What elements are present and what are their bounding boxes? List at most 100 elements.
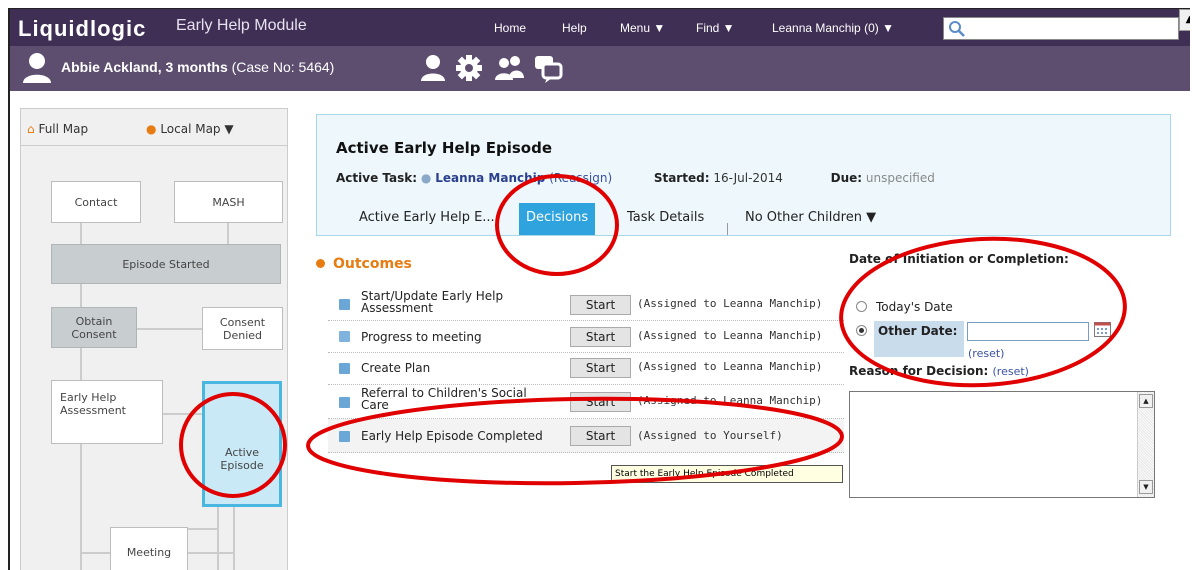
- map-node-mash[interactable]: MASH: [174, 181, 283, 223]
- other-date-radio[interactable]: [856, 325, 867, 336]
- started-label: Started:: [653, 171, 710, 185]
- full-map-label: Full Map: [38, 122, 89, 136]
- tab-decisions[interactable]: Decisions: [519, 203, 596, 235]
- user-icon: ●: [420, 171, 432, 185]
- map-node-consent-denied[interactable]: Consent Denied: [202, 307, 283, 350]
- checkbox-icon: [339, 363, 350, 374]
- outcome-assignee: (Assigned to Yourself): [637, 429, 783, 442]
- bullet-icon: [316, 259, 325, 268]
- reset-reason-link[interactable]: (reset): [993, 365, 1029, 378]
- reason-scrollbar[interactable]: ▲ ▼: [1137, 392, 1154, 497]
- map-node-meeting[interactable]: Meeting: [110, 527, 188, 570]
- outcome-assignee: (Assigned to Leanna Manchip): [637, 297, 823, 310]
- nav-user-menu[interactable]: Leanna Manchip (0) ▼: [772, 21, 894, 35]
- gear-icon[interactable]: [455, 54, 483, 82]
- outcome-label: Create Plan: [361, 361, 431, 375]
- start-button[interactable]: Start: [570, 392, 631, 412]
- started-date: 16-Jul-2014: [713, 171, 783, 185]
- scroll-up-button[interactable]: ▲: [1179, 9, 1190, 31]
- page-title: Active Early Help Episode: [336, 139, 552, 157]
- map-node-contact[interactable]: Contact: [51, 181, 141, 223]
- map-node-obtain-consent[interactable]: Obtain Consent: [51, 307, 137, 348]
- outcomes-heading-label: Outcomes: [333, 256, 412, 272]
- person-icon: [23, 53, 51, 83]
- checkbox-icon: [339, 299, 350, 310]
- map-connector: [80, 348, 82, 380]
- map-connector: [188, 528, 218, 530]
- map-node-active-episode[interactable]: Active Episode: [202, 381, 282, 507]
- checkbox-icon: [339, 397, 350, 408]
- map-connector: [163, 413, 204, 415]
- local-map-icon: ●: [146, 122, 157, 136]
- map-connector: [217, 507, 219, 570]
- task-assignee-link[interactable]: Leanna Manchip: [435, 171, 545, 185]
- nav-menu[interactable]: Menu ▼: [620, 21, 665, 35]
- tab-other-children[interactable]: No Other Children ▼: [738, 203, 883, 235]
- todays-date-radio[interactable]: [856, 301, 867, 312]
- reason-heading-label: Reason for Decision:: [849, 364, 989, 378]
- scroll-up-arrow-icon[interactable]: ▲: [1139, 394, 1153, 408]
- process-map-panel: ⌂ Full Map ● Local Map ▼ Contact MASH Ep…: [20, 108, 288, 570]
- active-task-label: Active Task:: [336, 171, 418, 185]
- full-map-link[interactable]: ⌂ Full Map: [27, 122, 88, 136]
- reassign-link[interactable]: (Reassign): [549, 171, 612, 185]
- outcome-assignee: (Assigned to Leanna Manchip): [637, 329, 823, 342]
- outcome-label: Early Help Episode Completed: [361, 429, 543, 443]
- tab-task-details[interactable]: Task Details: [620, 203, 711, 235]
- search-input[interactable]: [943, 17, 1179, 40]
- outcome-row: Start/Update Early Help Assessment Start…: [328, 289, 844, 321]
- case-name: Abbie Ackland, 3 months: [61, 59, 228, 75]
- outcome-label: Referral to Children's Social Care: [361, 386, 527, 412]
- start-tooltip: Start the Early Help Episode Completed: [611, 465, 843, 483]
- case-number: (Case No: 5464): [231, 59, 335, 75]
- case-bar: Abbie Ackland, 3 months (Case No: 5464): [10, 46, 1190, 91]
- local-map-label: Local Map ▼: [160, 122, 234, 136]
- chat-icon[interactable]: [533, 54, 563, 84]
- search-icon: [949, 21, 965, 37]
- outcomes-heading: Outcomes: [316, 256, 412, 272]
- calendar-icon[interactable]: [1094, 322, 1111, 337]
- map-node-episode-started[interactable]: Episode Started: [51, 244, 281, 284]
- app-name: Early Help Module: [176, 17, 307, 34]
- outcome-assignee: (Assigned to Leanna Manchip): [637, 394, 823, 407]
- start-button[interactable]: Start: [570, 426, 631, 446]
- nav-find[interactable]: Find ▼: [696, 21, 735, 35]
- nav-home[interactable]: Home: [494, 21, 526, 35]
- case-title: Abbie Ackland, 3 months (Case No: 5464): [61, 59, 334, 75]
- scroll-down-arrow-icon[interactable]: ▼: [1139, 480, 1153, 494]
- map-connector: [80, 223, 82, 244]
- map-connector: [188, 552, 233, 554]
- app-logo: Liquidlogic: [18, 16, 147, 41]
- reason-textarea[interactable]: ▲ ▼: [849, 391, 1155, 498]
- task-summary: Active Task: ● Leanna Manchip (Reassign)…: [336, 171, 935, 185]
- map-connector: [80, 284, 82, 307]
- due-label: Due:: [830, 171, 863, 185]
- app-window: Liquidlogic Early Help Module Home Help …: [8, 8, 1190, 570]
- map-connector: [233, 507, 235, 570]
- start-button[interactable]: Start: [570, 295, 631, 315]
- checkbox-icon: [339, 431, 350, 442]
- top-bar: Liquidlogic Early Help Module Home Help …: [10, 9, 1190, 46]
- local-map-menu[interactable]: ● Local Map ▼: [146, 122, 234, 136]
- tab-active-episode[interactable]: Active Early Help E...: [352, 203, 502, 235]
- map-connector: [80, 552, 110, 554]
- date-heading: Date of Initiation or Completion:: [849, 252, 1069, 266]
- due-date: unspecified: [865, 171, 935, 185]
- start-button[interactable]: Start: [570, 327, 631, 347]
- map-connector: [227, 223, 229, 244]
- home-icon: ⌂: [27, 122, 35, 136]
- outcome-row: Progress to meeting Start (Assigned to L…: [328, 321, 844, 353]
- start-button[interactable]: Start: [570, 358, 631, 378]
- person-icon[interactable]: [420, 54, 446, 82]
- people-icon[interactable]: [493, 54, 525, 82]
- reset-date-link[interactable]: (reset): [968, 347, 1004, 360]
- other-date-field[interactable]: [967, 322, 1089, 341]
- todays-date-label: Today's Date: [876, 300, 953, 314]
- episode-header: Active Early Help Episode Active Task: ●…: [316, 114, 1171, 236]
- outcome-label: Start/Update Early Help Assessment: [361, 289, 504, 315]
- nav-help[interactable]: Help: [562, 21, 587, 35]
- reason-heading: Reason for Decision: (reset): [849, 364, 1029, 378]
- outcome-row: Referral to Children's Social Care Start…: [328, 385, 844, 419]
- map-node-assessment[interactable]: Early Help Assessment: [51, 380, 163, 444]
- map-header: ⌂ Full Map ● Local Map ▼: [21, 109, 287, 146]
